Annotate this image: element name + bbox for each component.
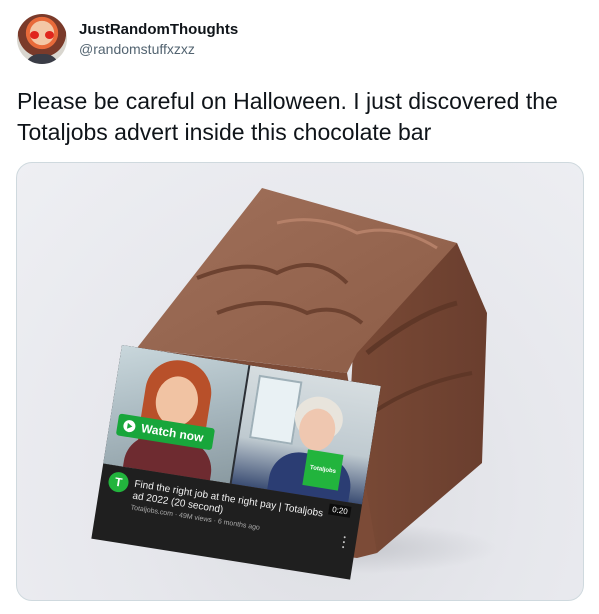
tweet-media[interactable]: Watch now Totaljobs T 0:20 Find the righ… [16, 162, 584, 601]
channel-logo[interactable]: T [107, 470, 130, 494]
brand-logo-box: Totaljobs [302, 449, 344, 491]
tweet-header: JustRandomThoughts @randomstuffxzxz [17, 14, 238, 64]
youtube-ad-card[interactable]: Watch now Totaljobs T 0:20 Find the righ… [91, 345, 381, 580]
more-vertical-icon[interactable] [341, 536, 347, 550]
avatar[interactable] [17, 14, 67, 64]
avatar-glasses [30, 31, 54, 39]
author-names: JustRandomThoughts @randomstuffxzxz [79, 20, 238, 58]
display-name[interactable]: JustRandomThoughts [79, 20, 238, 39]
play-icon [122, 419, 137, 434]
handle[interactable]: @randomstuffxzxz [79, 40, 238, 58]
tweet-text: Please be careful on Halloween. I just d… [17, 88, 558, 145]
avatar-shirt [25, 54, 59, 64]
